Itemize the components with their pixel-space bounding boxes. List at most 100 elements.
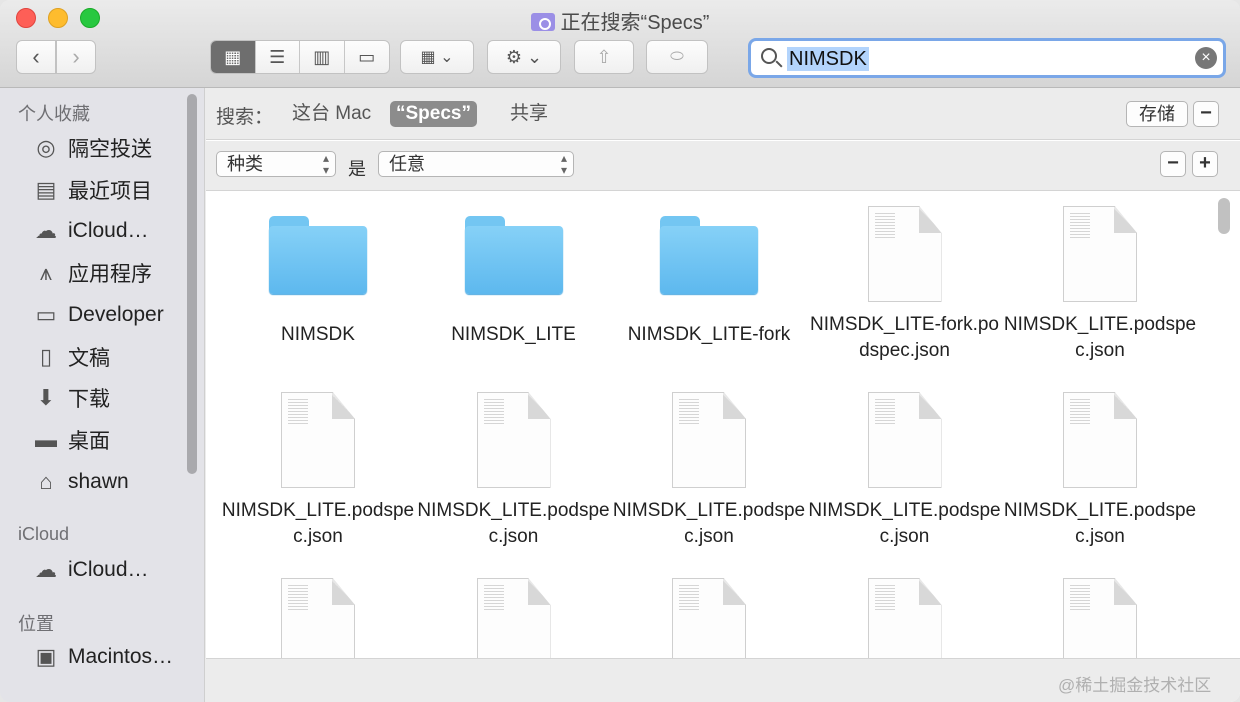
sidebar-item[interactable]: ☁ iCloud… (32, 215, 149, 247)
column-view-button[interactable]: ▥ (300, 41, 345, 73)
file-item[interactable]: NIMSDK_LITE.podspec.json (416, 392, 612, 550)
sidebar-item[interactable]: ⌂ shawn (32, 466, 128, 498)
sidebar-item[interactable]: ⬇ 下载 (32, 382, 110, 414)
sidebar-header-favorites: 个人收藏 (18, 104, 90, 124)
rule-operator: 是 (348, 159, 366, 179)
file-item[interactable] (416, 578, 612, 658)
gallery-view-button[interactable]: ▭ (345, 41, 389, 73)
downloads-icon: ⬇ (36, 385, 56, 411)
tags-button[interactable]: ⬭ (646, 40, 708, 74)
search-field[interactable]: NIMSDK × (748, 38, 1226, 78)
remove-rule-button[interactable]: − (1160, 151, 1186, 177)
sidebar-item-label: Macintos… (68, 645, 174, 668)
list-view-button[interactable]: ☰ (256, 41, 300, 73)
document-lines (874, 585, 895, 611)
file-item[interactable] (611, 578, 807, 658)
sidebar-item-label: 桌面 (68, 429, 110, 453)
file-name: NIMSDK (281, 324, 355, 345)
rule-attribute-popup[interactable]: 种类 ▴ ▾ (216, 151, 336, 177)
sidebar-item[interactable]: ▤ 最近项目 (32, 174, 152, 206)
forward-button[interactable]: › (56, 40, 96, 74)
document-lines (1070, 213, 1090, 239)
file-item[interactable]: NIMSDK_LITE.podspec.json (611, 392, 807, 550)
document-lines (483, 585, 504, 611)
rule-value-popup[interactable]: 任意 ▴ ▾ (378, 151, 574, 177)
file-item[interactable] (220, 578, 416, 658)
sidebar-item[interactable]: ▣ Macintos… (32, 641, 173, 673)
file-grid: NIMSDK NIMSDK_LITE NIMSDK_LITE-fork NIMSDK_… (206, 192, 1240, 658)
folder-icon (464, 216, 563, 294)
sidebar-item-label: iCloud… (68, 219, 149, 243)
sidebar-item-label: 最近项目 (68, 179, 152, 203)
document-icon (867, 578, 942, 658)
content-scrollbar[interactable] (1218, 198, 1230, 234)
chevron-left-icon: ‹ (32, 44, 40, 69)
status-bar: @稀土掘金技术社区 (206, 658, 1240, 702)
group-by-button[interactable]: ▦ ⌄ (400, 40, 474, 74)
share-icon: ⇧ (596, 46, 612, 67)
save-search-button[interactable]: 存储 (1126, 101, 1188, 127)
file-item[interactable] (807, 578, 1003, 658)
remove-search-button[interactable]: − (1193, 101, 1219, 127)
icon-view-button[interactable]: ▦ (211, 41, 256, 73)
document-icon (672, 392, 746, 488)
file-item[interactable]: NIMSDK_LITE-fork.podspec.json (807, 206, 1003, 364)
columns-icon: ▥ (313, 46, 331, 67)
file-item[interactable]: NIMSDK_LITE.podspec.json (1002, 206, 1198, 364)
scope-specs[interactable]: “Specs” (390, 101, 477, 127)
search-scope-bar: 搜索： 这台 Mac “Specs” 共享 存储 − (206, 88, 1240, 140)
document-icon (476, 392, 551, 488)
file-item[interactable]: NIMSDK (220, 206, 416, 348)
document-icon (1063, 392, 1137, 488)
back-button[interactable]: ‹ (16, 40, 56, 74)
applications-icon: ⩚ (39, 260, 53, 286)
file-name: NIMSDK_LITE.podspec.json (612, 500, 806, 547)
document-icon (867, 206, 942, 302)
file-item[interactable] (1002, 578, 1198, 658)
document-lines (288, 585, 308, 611)
sidebar-item[interactable]: ⩚ 应用程序 (32, 257, 152, 289)
window-title-text: 正在搜索“Specs” (560, 12, 710, 34)
finder-window: 正在搜索“Specs” ‹ › ▦ ☰ ▥ ▭ ▦ ⌄ ⚙ ⌄ ⇧ ⬭ NIMS… (0, 0, 1240, 702)
sidebar-item[interactable]: ◎ 隔空投送 (32, 132, 152, 164)
share-button[interactable]: ⇧ (574, 40, 634, 74)
updown-chevron-icon: ▴ ▾ (560, 151, 567, 177)
sidebar-item[interactable]: ▭ Developer (32, 299, 164, 331)
file-name: NIMSDK_LITE.podspec.json (1003, 314, 1197, 361)
sidebar-item-label: 应用程序 (68, 263, 152, 287)
airdrop-icon: ◎ (36, 135, 56, 160)
scope-shared[interactable]: 共享 (504, 101, 554, 127)
sidebar-item[interactable]: ▯ 文稿 (32, 341, 110, 373)
file-item[interactable]: NIMSDK_LITE-fork (611, 206, 807, 348)
file-item[interactable]: NIMSDK_LITE.podspec.json (807, 392, 1003, 550)
document-icon (281, 392, 355, 488)
search-rule-bar: 种类 ▴ ▾ 是 任意 ▴ ▾ − + (206, 141, 1240, 191)
file-item[interactable]: NIMSDK_LITE (416, 206, 612, 348)
file-name: NIMSDK_LITE (451, 324, 576, 345)
file-name: NIMSDK_LITE.podspec.json (1003, 500, 1197, 547)
scope-this-mac[interactable]: 这台 Mac (286, 101, 377, 127)
sidebar-item-label: 下载 (68, 388, 110, 412)
document-lines (679, 399, 699, 425)
sidebar-item-label: Developer (68, 302, 164, 326)
file-item[interactable]: NIMSDK_LITE.podspec.json (220, 392, 416, 550)
action-menu-button[interactable]: ⚙ ⌄ (487, 40, 561, 74)
tag-icon: ⬭ (670, 48, 684, 65)
sidebar-item[interactable]: ▬ 桌面 (32, 424, 110, 456)
sidebar-item[interactable]: ☁ iCloud… (32, 554, 149, 586)
add-rule-button[interactable]: + (1192, 151, 1218, 177)
search-query[interactable]: NIMSDK (787, 47, 869, 71)
document-lines (874, 399, 895, 425)
cloud-icon: ☁ (35, 557, 57, 582)
document-lines (874, 213, 895, 239)
grid-icon: ▦ (224, 46, 242, 67)
documents-icon: ▯ (39, 343, 53, 369)
file-item[interactable]: NIMSDK_LITE.podspec.json (1002, 392, 1198, 550)
main-pane: 搜索： 这台 Mac “Specs” 共享 存储 − 种类 ▴ ▾ 是 任意 ▴ ▾… (206, 88, 1240, 702)
clear-search-icon[interactable]: × (1195, 47, 1217, 69)
folder-icon (660, 216, 758, 294)
file-name: NIMSDK_LITE-fork (627, 324, 791, 345)
sidebar-scrollbar[interactable] (187, 94, 197, 474)
chevron-right-icon: › (72, 44, 80, 69)
desktop-icon: ▬ (35, 426, 57, 452)
